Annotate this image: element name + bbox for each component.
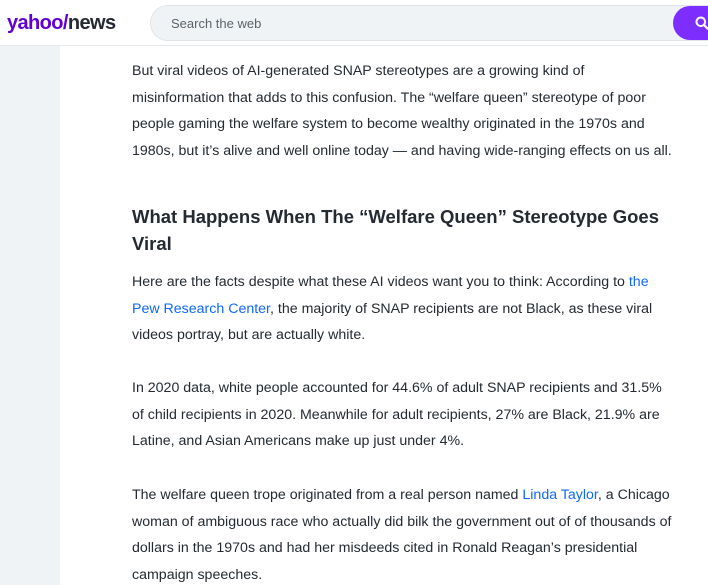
site-header: yahoo / news <box>0 0 708 46</box>
article-paragraph: The welfare queen trope originated from … <box>132 482 672 585</box>
article-paragraph: In 2020 data, white people accounted for… <box>132 380 662 450</box>
article-paragraph: Here are the facts despite what these AI… <box>132 269 672 349</box>
search-button[interactable] <box>673 6 708 40</box>
article-paragraph: But viral videos of AI-generated SNAP st… <box>132 63 672 159</box>
paragraph-text: Here are the facts despite what these AI… <box>132 274 629 290</box>
search-icon <box>695 16 708 30</box>
section-heading: What Happens When The “Welfare Queen” St… <box>132 206 660 254</box>
search-input[interactable] <box>171 8 651 38</box>
logo-news-text: news <box>67 11 116 34</box>
logo-yahoo-text: yahoo <box>7 11 64 34</box>
paragraph-text: The welfare queen trope originated from … <box>132 487 523 503</box>
search-box <box>150 5 708 41</box>
linda-taylor-link[interactable]: Linda Taylor <box>522 487 597 503</box>
article-content: But viral videos of AI-generated SNAP st… <box>60 46 708 585</box>
left-rail <box>0 46 60 585</box>
yahoo-news-logo[interactable]: yahoo / news <box>7 0 116 46</box>
